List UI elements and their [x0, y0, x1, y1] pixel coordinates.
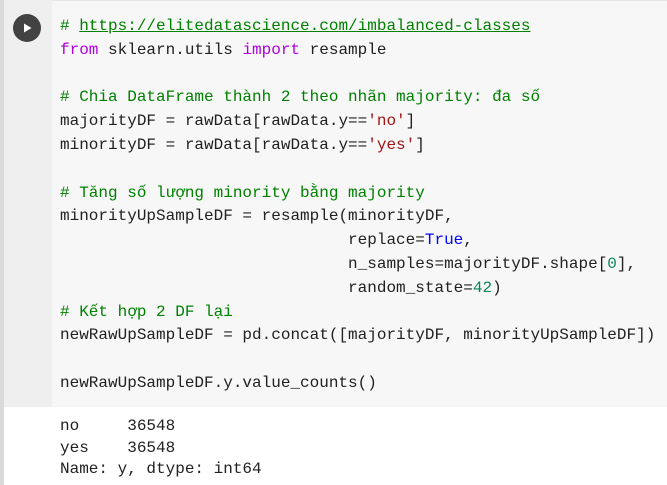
- code-link[interactable]: https://elitedatascience.com/imbalanced-…: [79, 17, 530, 35]
- code-token: import: [242, 40, 301, 59]
- code-line: minorityUpSampleDF = resample(minorityDF…: [60, 205, 655, 229]
- code-token: ,: [463, 231, 473, 250]
- code-token: 'yes': [367, 135, 416, 154]
- output-line: Name: y, dtype: int64: [60, 460, 262, 478]
- play-icon: [24, 23, 32, 33]
- code-token: newRawUpSampleDF = pd.concat([majorityDF…: [60, 326, 656, 345]
- code-token: # Chia DataFrame thành 2 theo nhãn major…: [60, 88, 541, 107]
- run-cell-button[interactable]: [13, 14, 41, 42]
- code-editor[interactable]: # https://elitedatascience.com/imbalance…: [52, 0, 667, 407]
- code-token: from: [60, 40, 99, 59]
- code-token: majorityDF = rawData[rawData.y==: [60, 112, 368, 131]
- cell-gutter: [0, 0, 52, 407]
- code-token: # Kết hợp 2 DF lại: [60, 302, 233, 321]
- code-token: random_state=: [60, 278, 473, 297]
- code-line: minorityDF = rawData[rawData.y=='yes']: [60, 134, 655, 158]
- code-token: # Tăng số lượng minority bằng majority: [60, 183, 425, 202]
- code-token: resample: [300, 40, 387, 59]
- code-line: newRawUpSampleDF = pd.concat([majorityDF…: [60, 324, 655, 348]
- code-token: newRawUpSampleDF.y.value_counts(): [60, 373, 377, 392]
- code-line: random_state=42): [60, 277, 655, 301]
- code-line: # https://elitedatascience.com/imbalance…: [60, 15, 655, 39]
- cell-output: no 36548 yes 36548 Name: y, dtype: int64: [60, 416, 262, 481]
- code-line: n_samples=majorityDF.shape[0],: [60, 253, 655, 277]
- code-line: # Tăng số lượng minority bằng majority: [60, 182, 655, 206]
- code-token: ): [492, 278, 502, 297]
- code-token: 42: [472, 278, 493, 297]
- code-token: minorityDF = rawData[rawData.y==: [60, 135, 368, 154]
- code-token: ]: [405, 112, 416, 131]
- code-token: 'no': [367, 112, 406, 131]
- output-line: no 36548: [60, 417, 176, 435]
- code-token: minorityUpSampleDF = resample(minorityDF…: [60, 207, 454, 226]
- output-gutter: [0, 407, 4, 485]
- code-cell: # https://elitedatascience.com/imbalance…: [0, 0, 667, 485]
- code-token: replace=: [60, 231, 425, 250]
- code-token: sklearn.utils: [98, 40, 243, 59]
- output-line: yes 36548: [60, 438, 176, 457]
- code-token: True: [424, 231, 464, 250]
- code-token: 0: [607, 254, 617, 273]
- code-line: replace=True,: [60, 229, 655, 253]
- code-line: majorityDF = rawData[rawData.y=='no']: [60, 110, 655, 134]
- code-token: ],: [616, 254, 637, 273]
- code-line: newRawUpSampleDF.y.value_counts(): [60, 372, 655, 396]
- code-text[interactable]: # https://elitedatascience.com/imbalance…: [60, 15, 655, 396]
- code-line: from sklearn.utils import resample: [60, 39, 655, 63]
- code-token: #: [60, 17, 80, 35]
- code-line: # Chia DataFrame thành 2 theo nhãn major…: [60, 86, 655, 110]
- code-token: ]: [415, 135, 425, 154]
- code-token: n_samples=majorityDF.shape[: [60, 254, 608, 273]
- code-line: # Kết hợp 2 DF lại: [60, 301, 655, 325]
